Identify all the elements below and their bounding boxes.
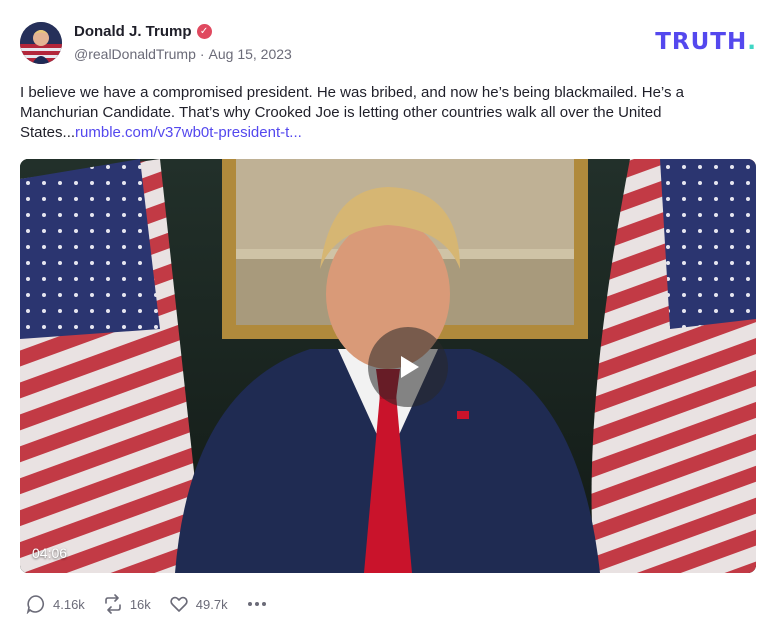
post-link[interactable]: rumble.com/v37wb0t-president-t... (75, 124, 302, 141)
retruth-count: 16k (129, 596, 151, 612)
verified-badge-icon: ✓ (196, 24, 212, 39)
like-count: 49.7k (195, 596, 228, 612)
more-horizontal-icon (247, 602, 266, 606)
more-button[interactable] (246, 594, 268, 614)
author-name[interactable]: Donald J. Trump (74, 23, 192, 40)
meta-separator: · (199, 46, 205, 62)
play-button[interactable] (368, 327, 448, 407)
truth-logo[interactable]: TRUTH. (655, 29, 757, 55)
logo-text: TRUTH (655, 29, 748, 55)
avatar[interactable] (20, 22, 62, 64)
logo-dot: . (747, 29, 757, 55)
reply-button[interactable]: 4.16k (26, 594, 85, 614)
retruth-icon (105, 594, 121, 614)
post-actions: 4.16k 16k 49.7k (26, 594, 268, 614)
reply-icon (26, 595, 45, 614)
post-date[interactable]: Aug 15, 2023 (209, 46, 292, 62)
video-duration: 04:06 (32, 545, 68, 561)
like-button[interactable]: 49.7k (169, 594, 228, 614)
post-text: I believe we have a compromised presiden… (20, 83, 757, 143)
video-player[interactable]: 04:06 (20, 159, 756, 573)
author-handle[interactable]: @realDonaldTrump (74, 46, 196, 62)
play-icon (401, 356, 419, 378)
reply-count: 4.16k (53, 596, 85, 612)
heart-icon (170, 596, 188, 612)
post-header: Donald J. Trump ✓ @realDonaldTrump · Aug… (20, 20, 757, 66)
retruth-button[interactable]: 16k (103, 594, 151, 614)
